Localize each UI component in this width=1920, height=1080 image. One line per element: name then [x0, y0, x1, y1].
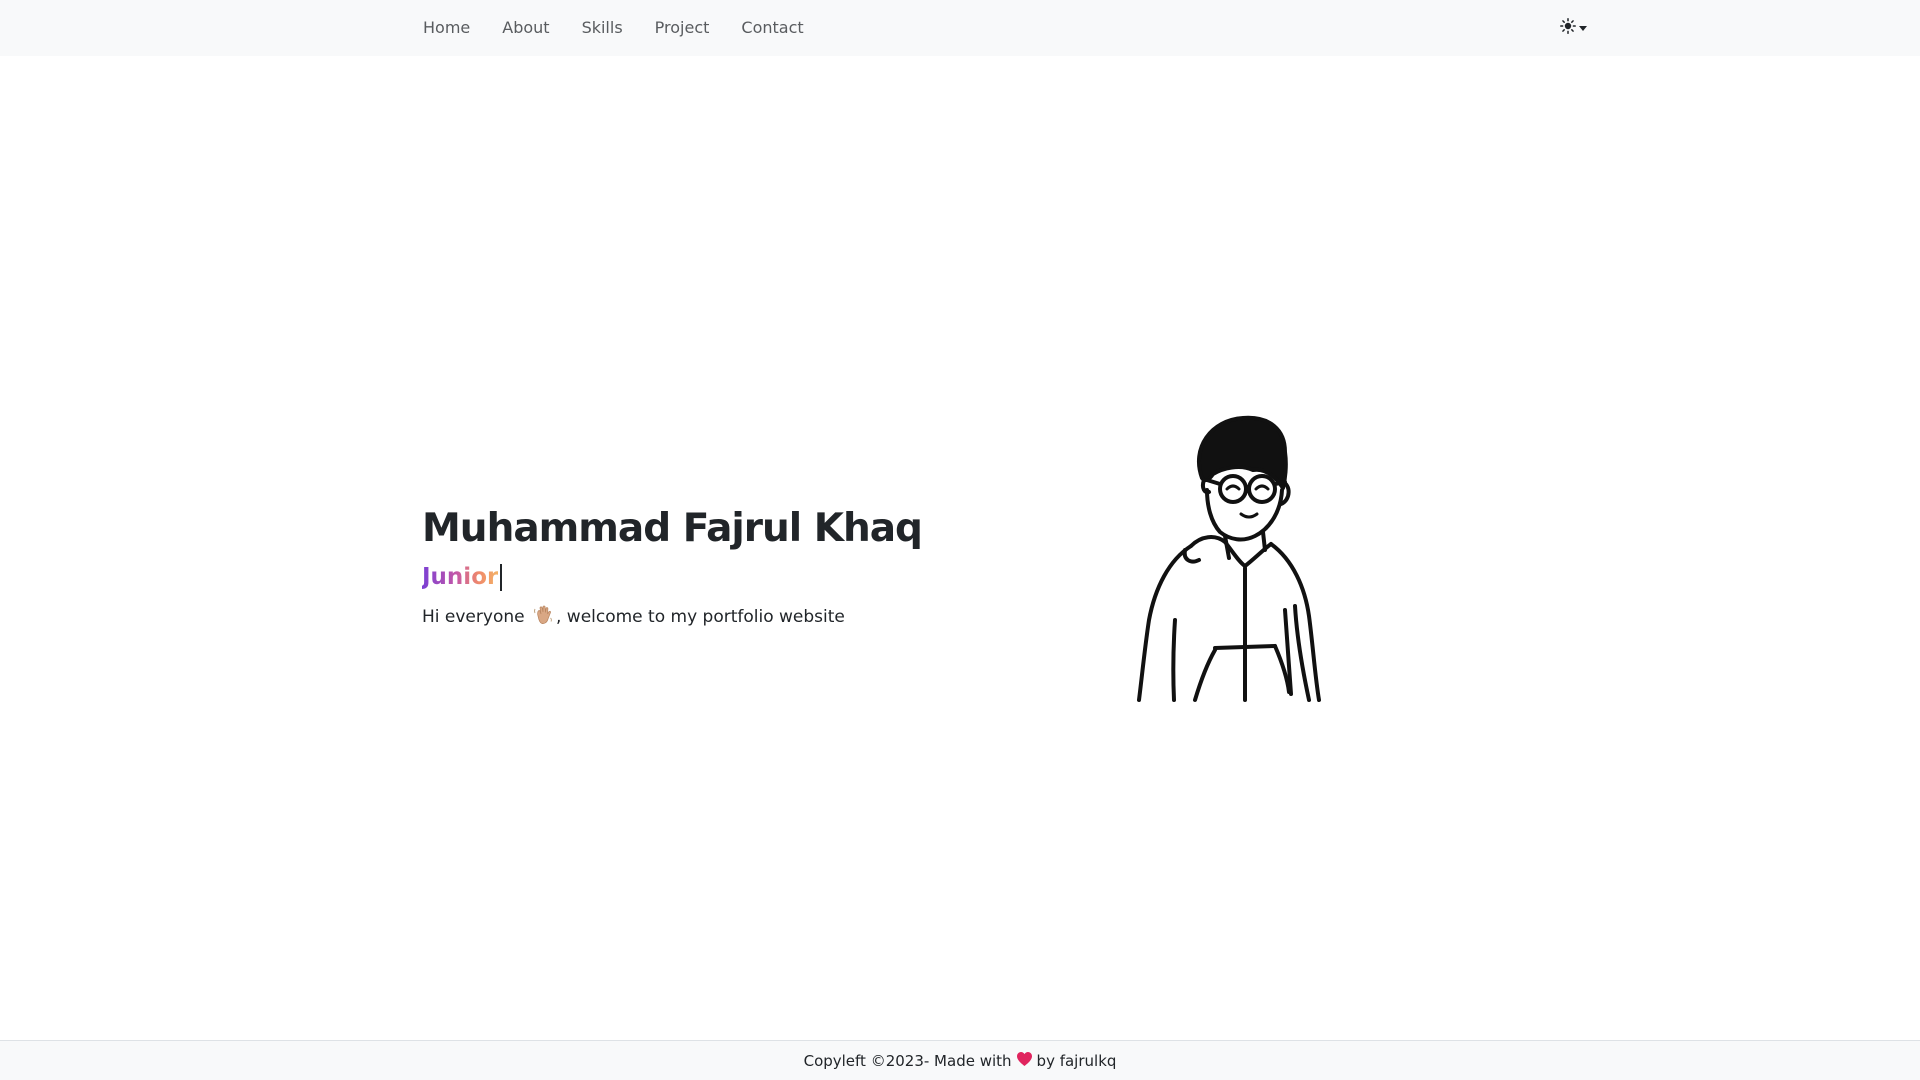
waving-hand-icon	[532, 604, 554, 634]
nav-skills-link[interactable]: Skills	[582, 0, 623, 56]
footer: Copyleft ©2023- Made with by fajrulkq	[0, 1040, 1920, 1080]
heart-icon	[1016, 1051, 1033, 1071]
typing-cursor	[500, 563, 503, 591]
nav-project-link[interactable]: Project	[655, 0, 710, 56]
nav-links: Home About Skills Project Contact	[423, 0, 836, 56]
footer-text-start: Copyleft ©2023- Made with	[803, 1051, 1012, 1070]
nav-about-link[interactable]: About	[502, 0, 549, 56]
footer-text-end: by fajrulkq	[1036, 1051, 1117, 1070]
sun-icon	[1560, 18, 1576, 38]
hero-section: Muhammad Fajrul Khaq Junior Hi everyone …	[422, 500, 1122, 634]
hero-greeting: Hi everyone , welcome to my portfolio we…	[422, 604, 1122, 634]
nav-home-link[interactable]: Home	[423, 0, 470, 56]
chevron-down-icon	[1579, 26, 1587, 31]
navbar: Home About Skills Project Contact	[0, 0, 1920, 56]
greeting-text-end: , welcome to my portfolio website	[555, 607, 845, 627]
greeting-text-start: Hi everyone	[422, 607, 525, 627]
nav-contact-link[interactable]: Contact	[741, 0, 803, 56]
theme-toggle-dropdown[interactable]	[1560, 16, 1587, 40]
hero-name: Muhammad Fajrul Khaq	[422, 506, 923, 551]
hero-role-line: Junior	[422, 560, 1122, 594]
hero-role-typing: Junior	[422, 564, 499, 590]
avatar-illustration	[1125, 410, 1345, 710]
